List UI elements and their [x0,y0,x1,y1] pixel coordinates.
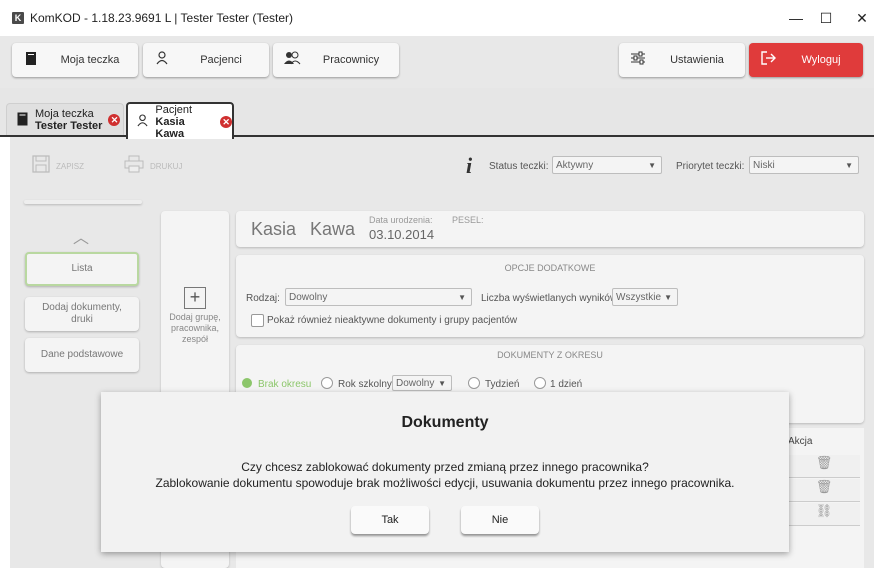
person-icon [134,113,151,130]
tab-patient-line2: Kasia Kawa [155,115,185,140]
school-year-label: Rok szkolny: [338,379,395,390]
status-label: Status teczki: [489,161,549,172]
patient-last-name: Kawa [310,219,356,239]
plus-icon[interactable]: + [184,287,206,309]
person-icon [151,51,173,69]
people-icon [281,51,303,69]
results-label: Liczba wyświetlanych wyników: [481,293,620,304]
info-icon: i [466,153,473,178]
no-period-label: Brak okresu [258,379,312,390]
status-value: Aktywny [556,160,594,171]
unlink-icon[interactable]: ⛓ [816,503,833,518]
folder-icon [20,51,42,70]
radio-selected-icon[interactable] [242,378,252,388]
dropdown-arrow-icon: ▼ [664,293,672,302]
nav-patients-label: Pacjenci [200,54,242,66]
printer-icon [124,155,144,178]
radio-one-day[interactable] [534,377,546,389]
tab-patient-line1: Pacjent [155,103,193,116]
school-year-value: Dowolny [396,378,435,389]
yes-button[interactable]: Tak [351,506,429,534]
trash-icon[interactable]: 🗑 [816,455,833,470]
type-value: Dowolny [289,292,328,303]
dialog-explanation: Zablokowanie dokumentu spowoduje brak mo… [155,476,735,490]
trash-icon[interactable]: 🗑 [816,479,833,494]
logout-button[interactable]: Wyloguj [749,43,863,77]
save-icon [32,154,50,178]
tab-my-folder-line1: Moja teczka [35,108,94,120]
sidebar-item-basic-data[interactable]: Dane podstawowe [25,338,139,372]
sliders-icon [627,51,649,69]
dob-label: Data urodzenia: [369,215,433,225]
sidebar-item-list[interactable]: Lista [25,252,139,286]
nav-folder-label: Moja teczka [60,54,120,66]
dialog-question: Czy chcesz zablokować dokumenty przed zm… [241,460,649,474]
tab-my-folder-text: Moja teczka Tester Tester [35,108,102,132]
app-logo-icon: K [12,12,24,24]
sidebar-top-bar [24,200,142,204]
type-label: Rodzaj: [246,293,280,304]
nav-patients-button[interactable]: Pacjenci [143,43,269,77]
patient-first-name: Kasia [251,219,297,239]
nav-settings-label: Ustawienia [670,54,724,66]
close-window-button[interactable]: ✕ [842,6,874,30]
results-select[interactable]: Wszystkie ▼ [612,288,678,306]
tab-my-folder[interactable]: Moja teczka Tester Tester ✕ [6,103,124,136]
period-header: DOKUMENTY Z OKRESU [497,350,603,360]
tab-patient[interactable]: Pacjent Kasia Kawa ✕ [126,102,234,140]
one-day-label: 1 dzień [550,379,583,390]
results-value: Wszystkie [616,292,661,303]
logout-label: Wyloguj [801,54,841,66]
priority-select[interactable]: Niski ▼ [749,156,859,174]
nav-staff-button[interactable]: Pracownicy [273,43,399,77]
table-row: ⛓ [788,503,860,526]
dob-value: 03.10.2014 [369,227,435,242]
table-row: 🗑 [788,479,860,502]
status-select[interactable]: Aktywny ▼ [552,156,662,174]
add-group-label: Dodaj grupę, pracownika, zespół [169,312,221,344]
chevron-up-icon[interactable]: ︿ [66,224,96,248]
dropdown-arrow-icon: ▼ [648,161,656,170]
dropdown-arrow-icon: ▼ [438,379,446,388]
sidebar-item-add-documents[interactable]: Dodaj dokumenty, druki [25,297,139,331]
no-button[interactable]: Nie [461,506,539,534]
save-label: ZAPISZ [56,161,85,171]
sidebar-item-add-documents-label: Dodaj dokumenty, druki [42,302,122,325]
maximize-button[interactable]: ☐ [806,6,846,30]
dropdown-arrow-icon: ▼ [845,161,853,170]
radio-week[interactable] [468,377,480,389]
window-title: KomKOD - 1.18.23.9691 L | Tester Tester … [30,11,294,25]
sidebar-item-list-label: Lista [71,263,93,274]
action-column-header: Akcja [788,436,813,447]
close-tab-icon[interactable]: ✕ [220,115,232,128]
documents-dialog: Dokumenty Czy chcesz zablokować dokument… [101,392,789,552]
top-navigation: Moja teczka Pacjenci Pracownicy Ustawien… [0,36,874,88]
logout-icon [757,50,779,70]
nav-folder-button[interactable]: Moja teczka [12,43,138,77]
print-button[interactable]: DRUKUJ [124,150,182,182]
sidebar-item-basic-data-label: Dane podstawowe [40,349,124,360]
inactive-checkbox[interactable] [251,314,264,327]
week-label: Tydzień [485,379,520,390]
close-tab-icon[interactable]: ✕ [108,114,121,126]
nav-settings-button[interactable]: Ustawienia [619,43,745,77]
tab-my-folder-line2: Tester Tester [35,120,103,132]
folder-icon [13,112,31,129]
pesel-label: PESEL: [452,215,484,225]
dropdown-arrow-icon: ▼ [458,293,466,302]
save-button[interactable]: ZAPISZ [32,150,84,182]
tab-patient-text: Pacjent Kasia Kawa [155,104,214,140]
type-select[interactable]: Dowolny ▼ [285,288,472,306]
table-row: 🗑 [788,455,860,478]
options-header: OPCJE DODATKOWE [504,263,596,273]
school-year-select[interactable]: Dowolny ▼ [392,375,452,391]
tab-bar: Moja teczka Tester Tester ✕ Pacjent Kasia … [0,88,874,140]
priority-value: Niski [753,160,775,171]
nav-staff-label: Pracownicy [322,54,380,66]
print-label: DRUKUJ [150,161,183,171]
radio-school-year[interactable] [321,377,333,389]
priority-label: Priorytet teczki: [676,161,745,172]
inactive-label: Pokaż również nieaktywne dokumenty i gru… [267,315,518,326]
dialog-title: Dokumenty [401,414,489,431]
